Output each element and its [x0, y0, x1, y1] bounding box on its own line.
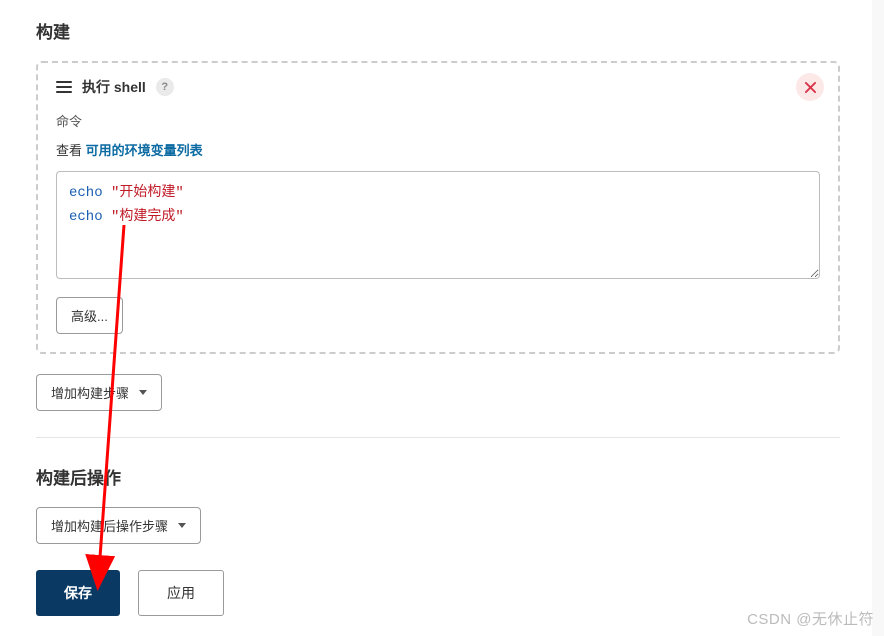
section-divider — [36, 437, 840, 438]
build-step-card: 执行 shell ? 命令 查看 可用的环境变量列表 echo "开始构建" e… — [36, 61, 840, 354]
help-icon[interactable]: ? — [156, 78, 174, 96]
remove-step-button[interactable] — [796, 73, 824, 101]
save-button[interactable]: 保存 — [36, 570, 120, 616]
config-page: 构建 执行 shell ? 命令 查看 可用的环境变量列表 echo "开始构建… — [0, 0, 872, 636]
step-header: 执行 shell ? — [56, 77, 820, 97]
env-prefix: 查看 — [56, 143, 86, 158]
apply-button[interactable]: 应用 — [138, 570, 224, 616]
env-vars-row: 查看 可用的环境变量列表 — [56, 140, 820, 159]
add-post-build-step-label: 增加构建后操作步骤 — [51, 516, 168, 535]
chevron-down-icon — [178, 523, 186, 528]
env-vars-link[interactable]: 可用的环境变量列表 — [86, 143, 203, 158]
drag-handle-icon[interactable] — [56, 81, 72, 93]
code-string: "构建完成" — [111, 209, 184, 225]
close-icon — [805, 82, 816, 93]
command-label: 命令 — [56, 111, 820, 130]
advanced-button[interactable]: 高级... — [56, 297, 123, 334]
add-post-build-step-button[interactable]: 增加构建后操作步骤 — [36, 507, 201, 544]
post-build-section-title: 构建后操作 — [36, 464, 840, 489]
advanced-label: 高级... — [71, 306, 108, 325]
shell-command-input[interactable]: echo "开始构建" echo "构建完成" — [56, 171, 820, 279]
code-keyword: echo — [69, 209, 103, 225]
code-keyword: echo — [69, 185, 103, 201]
chevron-down-icon — [139, 390, 147, 395]
code-string: "开始构建" — [111, 185, 184, 201]
step-title: 执行 shell — [82, 77, 146, 97]
build-section-title: 构建 — [36, 18, 840, 43]
add-build-step-label: 增加构建步骤 — [51, 383, 129, 402]
footer-actions: 保存 应用 — [36, 570, 840, 616]
add-build-step-button[interactable]: 增加构建步骤 — [36, 374, 162, 411]
